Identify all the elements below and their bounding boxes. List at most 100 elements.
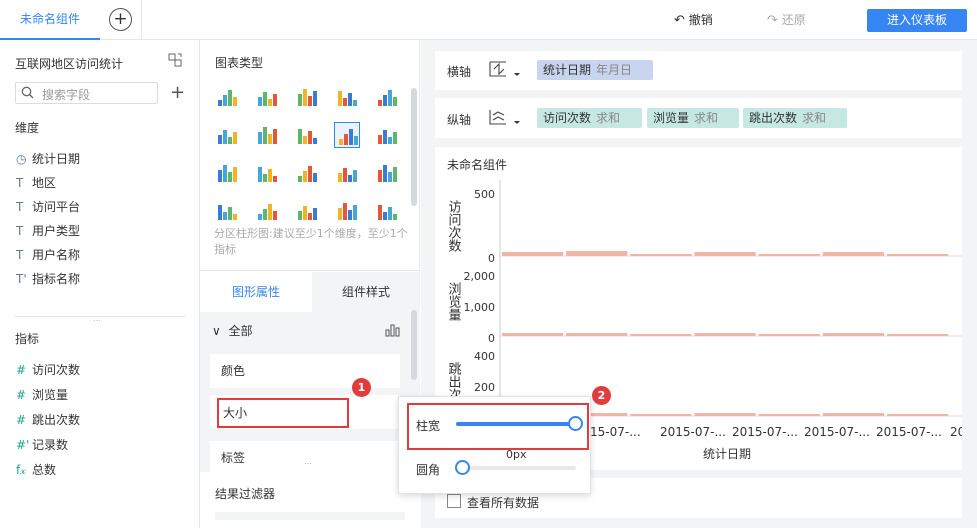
number-type-icon: #: [16, 413, 27, 427]
x-tick-label: 2015-07-...: [804, 425, 870, 439]
stacked-bar-icon[interactable]: [374, 122, 400, 148]
cross-table-icon[interactable]: [254, 84, 280, 110]
y-axis-sort-icon[interactable]: [488, 107, 522, 129]
tab-component-style[interactable]: 组件样式: [312, 272, 420, 312]
view-all-checkbox[interactable]: [447, 494, 461, 508]
gantt-icon[interactable]: [254, 160, 280, 186]
undo-icon: ↶: [674, 13, 685, 28]
dimension-item-user-name[interactable]: T 用户名称: [16, 246, 80, 263]
bar: [630, 414, 692, 416]
chart-type-hint: 分区柱形图:建议至少1个维度，至少1个指标: [214, 227, 408, 256]
undo-button[interactable]: ↶ 撤销: [674, 0, 713, 40]
properties-scrollbar[interactable]: [411, 310, 417, 380]
all-series-toggle[interactable]: ∨ 全部: [212, 322, 252, 339]
resize-handle-filter[interactable]: ⋯: [304, 459, 312, 468]
bar: [630, 334, 692, 336]
heat-table-icon[interactable]: [214, 122, 240, 148]
pie-icon[interactable]: [374, 198, 400, 224]
switch-dataset-icon[interactable]: [168, 53, 182, 67]
bar: [758, 334, 820, 336]
x-axis-title: 统计日期: [703, 447, 751, 461]
number-type-icon: #: [16, 388, 27, 402]
tab-untitled-component[interactable]: 未命名组件: [0, 0, 100, 40]
rank-line-icon[interactable]: [374, 160, 400, 186]
radar-icon[interactable]: [214, 198, 240, 224]
bar: [630, 254, 692, 256]
measure-item-record-count[interactable]: #' 记录数: [16, 436, 68, 453]
dimension-item-platform[interactable]: T 访问平台: [16, 198, 80, 215]
prop-size-highlight[interactable]: 大小: [217, 398, 349, 428]
chart-type-header: 图表类型: [215, 56, 264, 70]
measure-item-pageviews[interactable]: # 浏览量: [16, 386, 68, 403]
step-bar-icon[interactable]: [294, 160, 320, 186]
dimension-item-date[interactable]: ◷ 统计日期: [16, 150, 80, 167]
bar: [887, 414, 949, 416]
scatter-table-icon[interactable]: [254, 122, 280, 148]
y-field-pill-pageviews[interactable]: 浏览量 求和: [647, 108, 739, 128]
measure-item-visits[interactable]: # 访问次数: [16, 361, 80, 378]
x-axis-label: 横轴: [447, 65, 472, 79]
area-icon[interactable]: [254, 198, 280, 224]
bar-chart-icon[interactable]: [214, 160, 240, 186]
bar-width-label: 柱宽: [416, 419, 441, 433]
field-search-input[interactable]: 搜索字段: [15, 82, 158, 104]
x-tick-label: 2015-07-...: [732, 425, 798, 439]
corner-radius-knob[interactable]: [455, 460, 470, 475]
add-tab-button[interactable]: +: [109, 8, 132, 31]
clock-icon: ◷: [16, 152, 27, 166]
bar: [694, 413, 756, 416]
callout-badge-1: 1: [352, 378, 371, 397]
resize-handle[interactable]: ⋯: [93, 316, 101, 325]
prop-label[interactable]: 标签: [210, 441, 400, 475]
bar: [887, 334, 949, 336]
y-field-pill-bounces[interactable]: 跳出次数 求和: [743, 108, 847, 128]
bar-width-knob[interactable]: [568, 416, 583, 431]
add-field-button[interactable]: +: [170, 82, 185, 103]
y-field-pill-visits[interactable]: 访问次数 求和: [537, 108, 642, 128]
bar-width-slider[interactable]: [456, 422, 576, 426]
chevron-down-icon: ∨: [212, 324, 221, 338]
bar: [758, 414, 820, 416]
bar: [822, 252, 884, 256]
measure-item-bounces[interactable]: # 跳出次数: [16, 411, 80, 428]
number-type-icon: #: [16, 363, 27, 377]
measure-header: 指标: [15, 332, 40, 346]
tab-shape-properties[interactable]: 图形属性: [200, 272, 312, 312]
heatmap-icon[interactable]: [294, 122, 320, 148]
x-field-pill[interactable]: 统计日期 年月日: [537, 60, 653, 80]
px-readout: 0px: [506, 448, 527, 461]
y-tick-label: 0: [488, 332, 495, 345]
redo-button[interactable]: ↷ 还原: [767, 0, 806, 40]
bubble-icon[interactable]: [334, 198, 360, 224]
chart-type-scrollbar[interactable]: [411, 88, 417, 206]
corner-radius-slider[interactable]: [456, 466, 576, 470]
filter-drop-zone[interactable]: [215, 512, 405, 520]
prop-color[interactable]: 颜色: [210, 354, 400, 388]
dimension-item-metric-name[interactable]: T' 指标名称: [16, 270, 80, 287]
detail-table-icon[interactable]: [294, 84, 320, 110]
number-type-icon: #': [16, 438, 30, 452]
dimension-header: 维度: [15, 121, 40, 135]
top-bar: [0, 0, 977, 40]
chart-type-grid: [214, 84, 406, 224]
x-tick-label: 2015-07-...: [876, 425, 942, 439]
multi-line-icon[interactable]: [334, 160, 360, 186]
kpi-icon[interactable]: [374, 84, 400, 110]
measure-item-total[interactable]: f𝓍 总数: [16, 461, 56, 478]
panel-label-0: 访问次数: [446, 200, 462, 252]
enter-dashboard-button[interactable]: 进入仪表板: [867, 9, 967, 32]
bar-chart-type-icon[interactable]: [385, 321, 401, 337]
formula-icon: f𝓍: [16, 463, 26, 477]
dataset-title: 互联网地区访问统计: [15, 57, 124, 71]
dimension-item-region[interactable]: T 地区: [16, 174, 56, 191]
corner-radius-label: 圆角: [416, 463, 441, 477]
y-axis-label: 纵轴: [447, 113, 472, 127]
partition-bar-icon[interactable]: [334, 122, 360, 148]
scatter-icon[interactable]: [294, 198, 320, 224]
view-all-label[interactable]: 查看所有数据: [467, 494, 539, 511]
bar: [758, 254, 820, 256]
color-table-icon[interactable]: [334, 84, 360, 110]
table-icon[interactable]: [214, 84, 240, 110]
x-axis-sort-icon[interactable]: [488, 59, 522, 81]
dimension-item-user-type[interactable]: T 用户类型: [16, 222, 80, 239]
